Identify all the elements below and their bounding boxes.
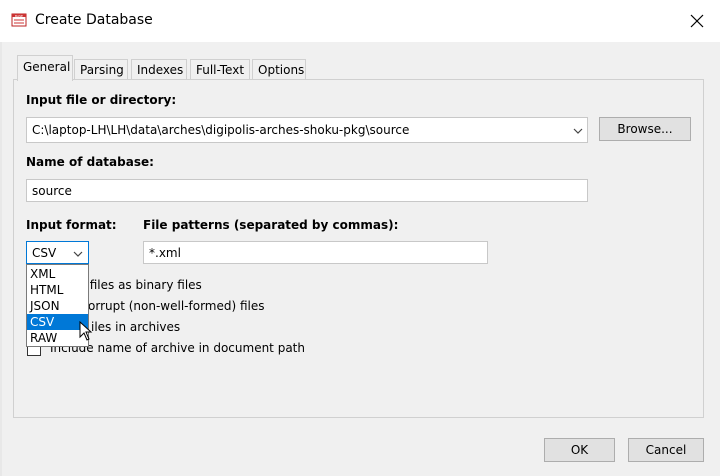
window-title: Create Database xyxy=(35,12,153,28)
input-file-combo[interactable]: C:\laptop-LH\LH\data\arches\digipolis-ar… xyxy=(26,117,588,143)
app-icon: BASE xyxy=(11,13,27,27)
title-bar: BASE Create Database xyxy=(0,0,720,42)
close-icon[interactable] xyxy=(682,6,712,36)
file-patterns-field[interactable]: *.xml xyxy=(143,241,488,264)
checkbox-label: iles in archives xyxy=(91,320,181,334)
input-format-value: CSV xyxy=(32,246,57,260)
input-format-select[interactable]: CSV xyxy=(26,241,89,264)
tab-indexes[interactable]: Indexes xyxy=(131,59,187,80)
database-name-value: source xyxy=(32,184,72,198)
database-name-label: Name of database: xyxy=(26,155,154,169)
file-patterns-label: File patterns (separated by commas): xyxy=(143,218,399,232)
tab-full-text[interactable]: Full-Text xyxy=(190,59,250,80)
format-option-html[interactable]: HTML xyxy=(27,282,88,298)
create-database-dialog: BASE Create Database General Parsing Ind… xyxy=(0,0,720,476)
format-option-json[interactable]: JSON xyxy=(27,298,88,314)
checkbox-label: orrupt (non-well-formed) files xyxy=(88,299,265,313)
input-file-value: C:\laptop-LH\LH\data\arches\digipolis-ar… xyxy=(32,123,410,137)
format-option-xml[interactable]: XML xyxy=(27,266,88,282)
input-format-label: Input format: xyxy=(26,218,117,232)
chevron-down-icon[interactable] xyxy=(72,250,84,258)
database-name-field[interactable]: source xyxy=(26,179,588,202)
window-edge xyxy=(0,42,2,476)
tab-options[interactable]: Options xyxy=(252,59,306,80)
tab-parsing[interactable]: Parsing xyxy=(74,59,128,80)
input-file-label: Input file or directory: xyxy=(26,93,177,107)
file-patterns-value: *.xml xyxy=(149,246,181,260)
app-icon-text: BASE xyxy=(15,14,23,18)
cancel-button[interactable]: Cancel xyxy=(628,438,704,462)
ok-button[interactable]: OK xyxy=(544,438,615,462)
mouse-cursor-icon xyxy=(79,321,93,341)
tab-general[interactable]: General xyxy=(17,55,73,81)
browse-button[interactable]: Browse... xyxy=(599,117,691,141)
chevron-down-icon[interactable] xyxy=(572,127,584,135)
